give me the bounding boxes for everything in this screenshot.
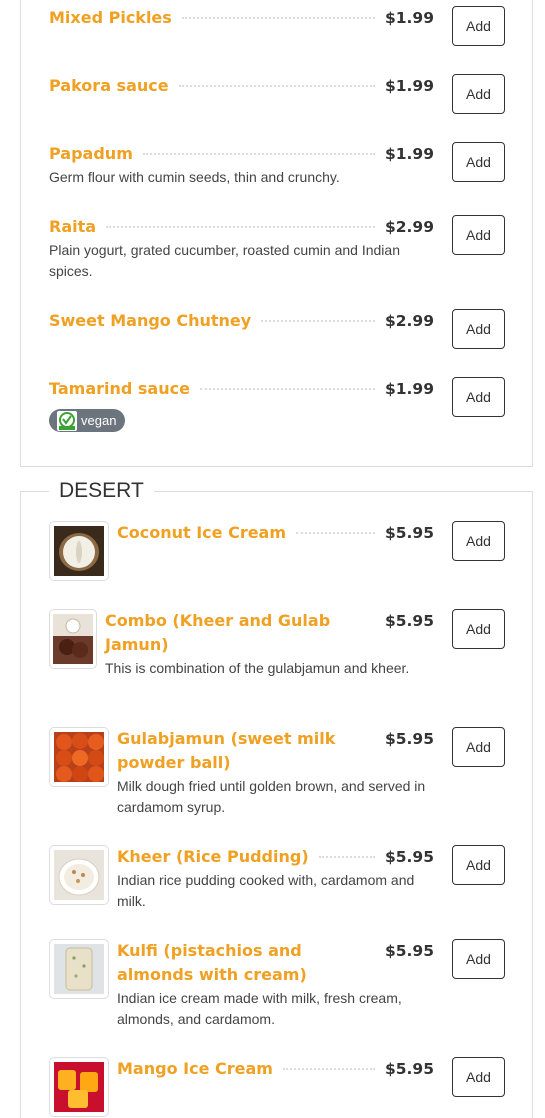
item-thumbnail[interactable] [49,1057,109,1117]
menu-item: Raita $2.99 Plain yogurt, grated cucumbe… [49,215,505,282]
item-price: $1.99 [384,9,434,27]
item-description: Indian rice pudding cooked with, cardamo… [117,872,415,909]
coconut-ice-cream-photo [54,526,104,576]
add-button[interactable]: Add [452,377,505,417]
item-thumbnail[interactable] [49,609,97,669]
combo-photo [53,614,93,664]
item-price: $5.95 [384,730,434,748]
item-price: $2.99 [384,312,434,330]
item-name[interactable]: Kulfi (pistachios and almonds with cream… [117,939,347,987]
add-button[interactable]: Add [452,727,505,767]
item-description: This is combination of the gulabjamun an… [105,660,410,676]
desert-section: DESERT Coconut Ice Cream $5.95 Add Combo… [20,478,533,1118]
item-thumbnail[interactable] [49,727,109,787]
condiments-section: Mixed Pickles $1.99 Add Pakora sauce $1.… [20,0,533,467]
gulabjamun-photo [54,732,104,782]
item-description: Germ flour with cumin seeds, thin and cr… [49,169,340,185]
leader-dots [181,17,375,19]
item-description: Plain yogurt, grated cucumber, roasted c… [49,242,400,279]
badge-label: vegan [81,413,117,428]
menu-item: Sweet Mango Chutney $2.99 Add [49,309,505,349]
add-button[interactable]: Add [452,142,505,182]
add-button[interactable]: Add [452,1057,505,1097]
menu-item: Kheer (Rice Pudding) $5.95 Indian rice p… [49,845,505,912]
item-price: $5.95 [384,848,434,866]
menu-item: Pakora sauce $1.99 Add [49,74,505,114]
item-name[interactable]: Gulabjamun (sweet milk powder ball) [117,727,347,775]
item-thumbnail[interactable] [49,845,109,905]
item-price: $1.99 [384,380,434,398]
item-name[interactable]: Pakora sauce [49,74,169,98]
menu-item: Coconut Ice Cream $5.95 Add [49,521,505,581]
section-title: DESERT [49,478,154,504]
item-price: $5.95 [384,942,434,960]
item-name[interactable]: Mixed Pickles [49,6,172,30]
item-price: $2.99 [384,218,434,236]
kulfi-photo [54,944,104,994]
leader-dots [142,153,375,155]
add-button[interactable]: Add [452,6,505,46]
menu-item: Papadum $1.99 Germ flour with cumin seed… [49,142,505,188]
add-button[interactable]: Add [452,521,505,561]
add-button[interactable]: Add [452,939,505,979]
item-thumbnail[interactable] [49,521,109,581]
item-price: $5.95 [384,524,434,542]
leader-dots [318,856,375,858]
add-button[interactable]: Add [452,309,505,349]
item-price: $5.95 [384,612,434,630]
item-description: Indian ice cream made with milk, fresh c… [117,990,402,1027]
item-price: $1.99 [384,145,434,163]
add-button[interactable]: Add [452,609,505,649]
menu-item: Kulfi (pistachios and almonds with cream… [49,939,505,1030]
item-name[interactable]: Raita [49,215,96,239]
item-description: Milk dough fried until golden brown, and… [117,778,426,815]
leader-dots [199,388,375,390]
add-button[interactable]: Add [452,845,505,885]
menu-item: Gulabjamun (sweet milk powder ball) $5.9… [49,727,505,818]
item-name[interactable]: Sweet Mango Chutney [49,309,251,333]
vegan-icon [57,410,77,431]
item-name[interactable]: Kheer (Rice Pudding) [117,845,309,869]
item-name[interactable]: Papadum [49,142,133,166]
leader-dots [178,85,375,87]
menu-item: Tamarind sauce $1.99 vegan Add [49,377,505,435]
item-name[interactable]: Coconut Ice Cream [117,521,286,545]
item-thumbnail[interactable] [49,939,109,999]
leader-dots [296,532,375,534]
leader-dots [282,1068,375,1070]
leader-dots [106,226,375,228]
kheer-photo [54,850,104,900]
leader-dots [261,320,375,322]
menu-item: Mixed Pickles $1.99 Add [49,6,505,46]
item-price: $5.95 [384,1060,434,1078]
menu-item: Combo (Kheer and Gulab Jamun) $5.95 This… [49,609,505,679]
item-name[interactable]: Mango Ice Cream [117,1057,273,1081]
add-button[interactable]: Add [452,215,505,255]
menu-item: Mango Ice Cream $5.95 Add [49,1057,505,1117]
mango-ice-cream-photo [54,1062,104,1112]
item-name[interactable]: Tamarind sauce [49,377,190,401]
add-button[interactable]: Add [452,74,505,114]
item-name[interactable]: Combo (Kheer and Gulab Jamun) [105,609,335,657]
vegan-badge: vegan [49,409,126,432]
item-price: $1.99 [384,77,434,95]
